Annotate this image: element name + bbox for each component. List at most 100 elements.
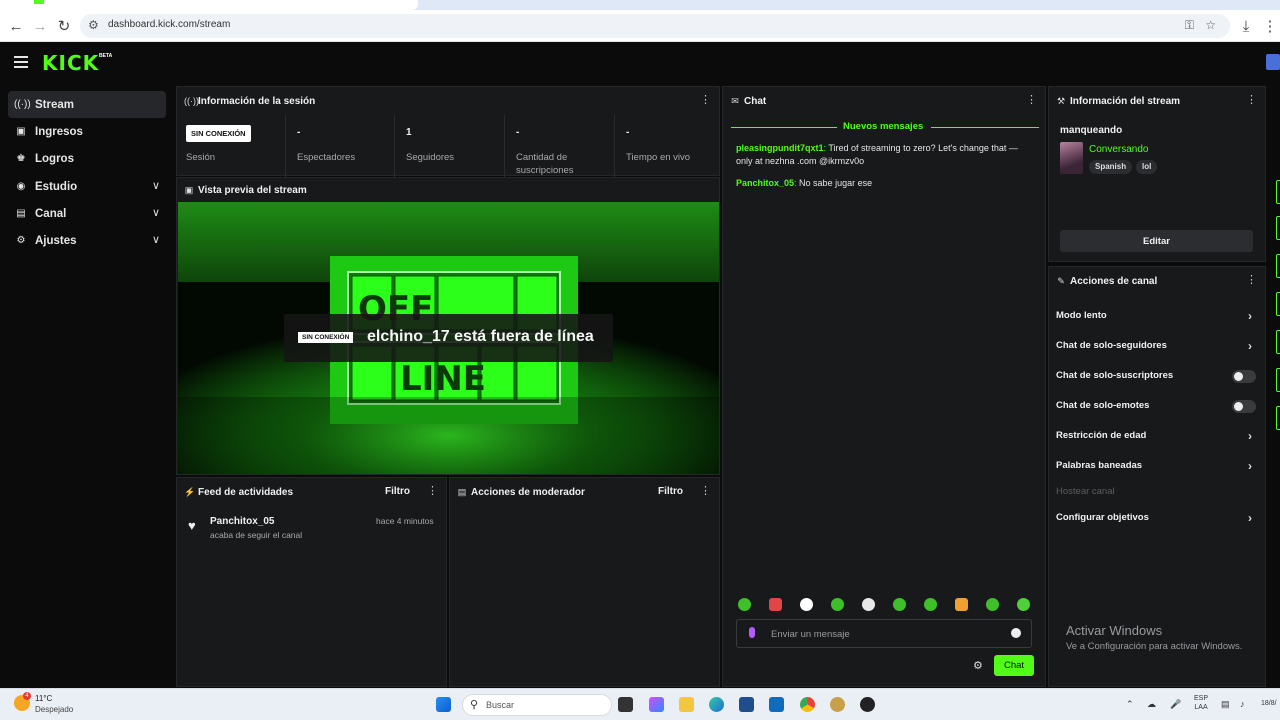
sidebar-item-stream[interactable]: ((·)) Stream (8, 91, 166, 118)
site-info-icon[interactable]: ⚙ (88, 18, 99, 32)
stream-category[interactable]: Conversando (1089, 144, 1148, 155)
microphone-icon[interactable] (749, 627, 755, 638)
emote-icon[interactable] (831, 598, 844, 611)
store-icon[interactable] (739, 697, 754, 712)
panel-title: Acciones de canal (1070, 275, 1158, 287)
back-icon[interactable]: ← (6, 16, 26, 36)
volume-icon[interactable]: ♪ (1240, 699, 1245, 709)
send-chat-button[interactable]: Chat (994, 655, 1034, 676)
more-options-icon[interactable]: ⋮ (700, 94, 711, 106)
offline-message-card: SIN CONEXIÓN elchino_17 está fuera de lí… (284, 314, 613, 362)
edge-browser-icon[interactable] (709, 697, 724, 712)
chat-settings-gear-icon[interactable]: ⚙ (973, 659, 983, 672)
menu-hamburger-icon[interactable] (14, 56, 28, 68)
more-options-icon[interactable]: ⋮ (1026, 94, 1037, 106)
taskbar-search[interactable]: ⚲ Buscar (462, 694, 612, 716)
logo-beta-badge: BETA (99, 53, 113, 59)
kick-logo[interactable]: KICK (42, 51, 99, 75)
language-code: ESP (1194, 695, 1209, 702)
chat-username[interactable]: pleasingpundit7qxt1 (736, 143, 824, 153)
download-icon[interactable]: ⤓ (1236, 16, 1256, 36)
task-view-icon[interactable] (618, 697, 633, 712)
reload-icon[interactable]: ↻ (54, 16, 74, 36)
password-key-icon[interactable]: ⚿ (1185, 18, 1194, 33)
sidebar-item-canal[interactable]: ▤ Canal ∨ (8, 200, 166, 227)
more-options-icon[interactable]: ⋮ (1246, 94, 1257, 106)
url-text: dashboard.kick.com/stream (108, 19, 231, 30)
input-language[interactable]: ESP LAA (1194, 694, 1208, 712)
action-configure-goals[interactable]: Configurar objetivos › (1056, 512, 1256, 528)
edit-stream-button[interactable]: Editar (1060, 230, 1253, 252)
bookmark-star-icon[interactable]: ☆ (1205, 18, 1216, 32)
browser-tab[interactable] (0, 0, 418, 10)
action-age-restriction[interactable]: Restricción de edad › (1056, 430, 1256, 446)
app-icon[interactable] (860, 697, 875, 712)
sidebar-item-label: Ajustes (35, 234, 77, 247)
stat-subscriptions: - Cantidad de suscripciones (505, 115, 615, 177)
panel-header: ✎ Acciones de canal ⋮ (1049, 267, 1265, 295)
stat-live-time: - Tiempo en vivo (615, 115, 719, 177)
filter-button[interactable]: Filtro (658, 486, 683, 497)
sidebar-item-estudio[interactable]: ◉ Estudio ∨ (8, 173, 166, 200)
emoji-picker-icon[interactable] (1011, 628, 1021, 638)
chat-username[interactable]: Panchitox_05 (736, 178, 794, 188)
emote-icon[interactable] (955, 598, 968, 611)
action-label: Palabras baneadas (1056, 460, 1143, 471)
sidebar-item-logros[interactable]: ♚ Logros (8, 145, 166, 172)
emote-icon[interactable] (862, 598, 875, 611)
sidebar-item-label: Ingresos (35, 125, 83, 138)
action-slow-mode[interactable]: Modo lento › (1056, 310, 1256, 326)
emote-icon[interactable] (893, 598, 906, 611)
action-banned-words[interactable]: Palabras baneadas › (1056, 460, 1256, 476)
sidebar-item-ingresos[interactable]: ▣ Ingresos (8, 118, 166, 145)
filter-button[interactable]: Filtro (385, 486, 410, 497)
forward-icon[interactable]: → (30, 16, 50, 36)
search-icon: ⚲ (470, 699, 479, 711)
app-icon[interactable] (830, 697, 845, 712)
stat-value: 1 (406, 127, 412, 138)
new-messages-label: Nuevos mensajes (843, 121, 924, 132)
tray-chevron-up-icon[interactable]: ⌃ (1126, 699, 1134, 710)
copilot-icon[interactable] (649, 697, 664, 712)
url-field[interactable]: ⚙ dashboard.kick.com/stream ⚿ ☆ (80, 14, 1230, 38)
browser-menu-icon[interactable]: ⋮ (1260, 16, 1280, 36)
chevron-down-icon[interactable]: ∨ (152, 179, 160, 192)
taskbar-date[interactable]: 18/8/ (1261, 700, 1277, 707)
file-explorer-icon[interactable] (679, 697, 694, 712)
subscribers-only-toggle[interactable] (1232, 370, 1256, 383)
new-messages-divider[interactable]: Nuevos mensajes (731, 121, 1039, 133)
kick-favicon-icon (34, 0, 44, 4)
microphone-tray-icon[interactable]: 🎤 (1170, 699, 1181, 710)
chat-text: No sabe jugar ese (796, 178, 873, 188)
more-options-icon[interactable]: ⋮ (1246, 274, 1257, 286)
chevron-down-icon[interactable]: ∨ (152, 233, 160, 246)
action-label: Chat de solo-emotes (1056, 400, 1150, 411)
panel-header: ⚡ Feed de actividades Filtro ⋮ (177, 478, 446, 506)
chevron-down-icon[interactable]: ∨ (152, 206, 160, 219)
emote-icon[interactable] (738, 598, 751, 611)
more-options-icon[interactable]: ⋮ (427, 485, 438, 497)
onedrive-cloud-icon[interactable]: ☁ (1147, 699, 1156, 710)
more-options-icon[interactable]: ⋮ (700, 485, 711, 497)
emote-icon[interactable] (986, 598, 999, 611)
windows-start-icon[interactable] (436, 697, 451, 712)
emote-icon[interactable] (1017, 598, 1030, 611)
extension-icon[interactable] (1266, 54, 1280, 70)
action-followers-only-chat[interactable]: Chat de solo-seguidores › (1056, 340, 1256, 356)
chat-input[interactable]: Enviar un mensaje (736, 619, 1032, 648)
network-icon[interactable]: ▤ (1221, 699, 1230, 710)
panel-header: ✉ Chat ⋮ (723, 87, 1045, 115)
channel-icon: ▤ (16, 208, 26, 219)
emote-icon[interactable] (924, 598, 937, 611)
emotes-only-toggle[interactable] (1232, 400, 1256, 413)
emote-icon[interactable] (769, 598, 782, 611)
feed-user[interactable]: Panchitox_05 (210, 516, 274, 527)
emote-icon[interactable] (800, 598, 813, 611)
outlook-icon[interactable] (769, 697, 784, 712)
panel-title: Vista previa del stream (198, 184, 307, 196)
sidebar-item-ajustes[interactable]: ⚙ Ajustes ∨ (8, 227, 166, 254)
watermark-title: Activar Windows (1066, 623, 1163, 638)
chrome-icon[interactable] (800, 697, 815, 712)
stream-tag: Spanish (1089, 160, 1133, 174)
heart-icon: ♥ (188, 518, 196, 533)
